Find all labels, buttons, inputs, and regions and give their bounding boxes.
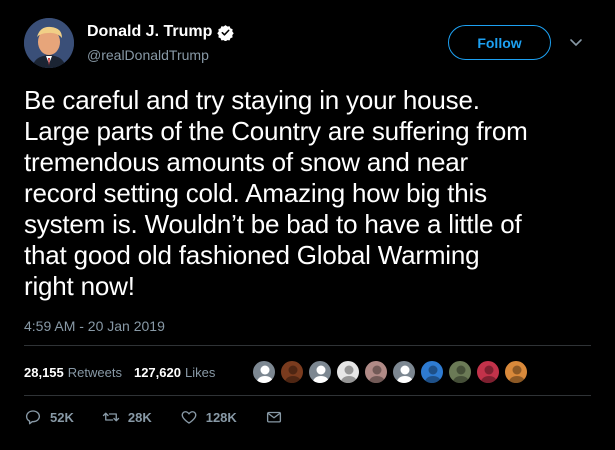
user-avatar-icon (340, 365, 358, 383)
engagement-stats: 28,155 Retweets 127,620 Likes (24, 365, 227, 380)
liker-avatar[interactable] (504, 360, 528, 384)
tweet-card: Donald J. Trump @realDonaldTrump Follow … (0, 0, 615, 450)
liker-avatar[interactable] (392, 360, 416, 384)
display-name[interactable]: Donald J. Trump (87, 23, 212, 41)
divider (24, 345, 591, 346)
like-button[interactable]: 128K (180, 408, 237, 426)
tweet-text: Be careful and try staying in your house… (24, 85, 528, 301)
user-avatar-icon (284, 365, 302, 383)
liker-avatar[interactable] (280, 360, 304, 384)
direct-message-button[interactable] (265, 408, 291, 426)
retweets-stat[interactable]: 28,155 Retweets (24, 365, 122, 380)
tweet-timestamp[interactable]: 4:59 AM - 20 Jan 2019 (24, 318, 165, 334)
name-row: Donald J. Trump (87, 23, 235, 41)
user-avatar-icon (424, 365, 442, 383)
follow-button[interactable]: Follow (448, 25, 551, 60)
liker-avatar[interactable] (448, 360, 472, 384)
likers-avatars (252, 360, 532, 384)
liker-avatar[interactable] (364, 360, 388, 384)
retweet-button[interactable]: 28K (102, 408, 152, 426)
envelope-icon (266, 411, 281, 423)
likes-stat[interactable]: 127,620 Likes (134, 365, 215, 380)
user-avatar-icon (508, 365, 526, 383)
default-avatar-icon (312, 365, 330, 383)
user-avatar-icon (452, 365, 470, 383)
reply-button[interactable]: 52K (24, 408, 74, 426)
divider (24, 395, 591, 396)
default-avatar-icon (256, 365, 274, 383)
heart-icon (181, 411, 197, 424)
reply-count: 52K (50, 409, 74, 425)
verified-badge-icon (217, 24, 235, 41)
likes-count: 127,620 (133, 365, 181, 380)
retweets-count: 28,155 (24, 365, 64, 380)
reply-icon (25, 410, 41, 425)
default-avatar-icon (396, 365, 414, 383)
liker-avatar[interactable] (308, 360, 332, 384)
profile-photo-icon (24, 18, 74, 68)
tweet-actions: 52K 28K 128K (24, 408, 319, 426)
like-count: 128K (205, 409, 237, 425)
profile-avatar[interactable] (24, 18, 74, 68)
user-avatar-icon (368, 365, 386, 383)
retweet-icon (102, 412, 120, 422)
retweet-count: 28K (127, 409, 152, 425)
liker-avatar[interactable] (336, 360, 360, 384)
liker-avatar[interactable] (420, 360, 444, 384)
liker-avatar[interactable] (476, 360, 500, 384)
user-handle[interactable]: @realDonaldTrump (87, 47, 209, 63)
likes-label: Likes (184, 365, 216, 380)
liker-avatar[interactable] (252, 360, 276, 384)
chevron-down-icon[interactable] (568, 36, 584, 50)
user-avatar-icon (480, 365, 498, 383)
retweets-label: Retweets (67, 365, 122, 380)
